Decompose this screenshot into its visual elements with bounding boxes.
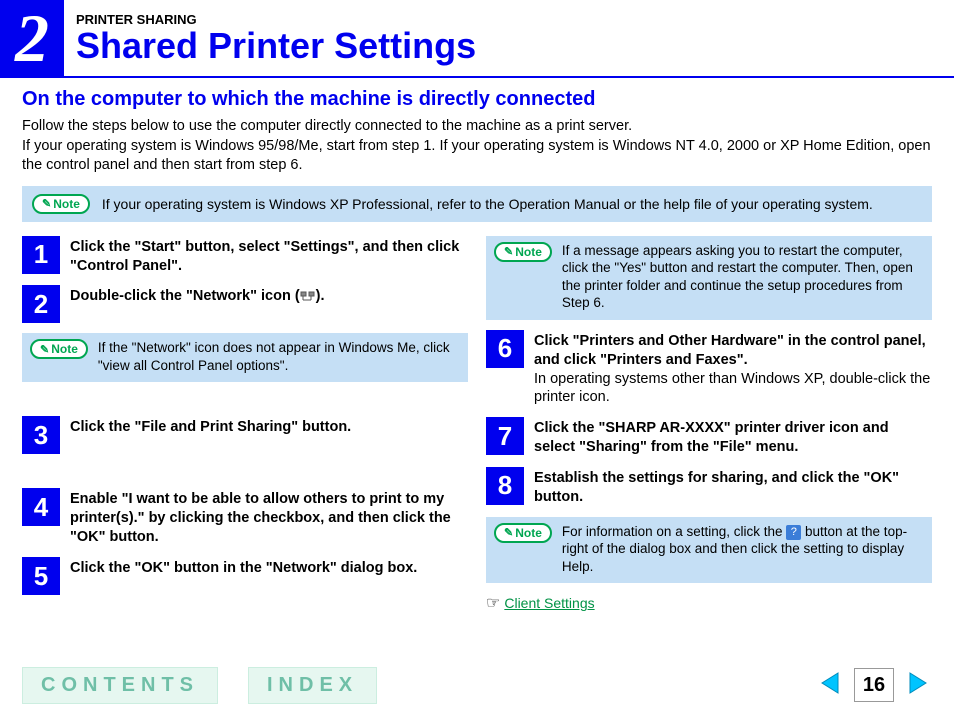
step-number: 5 [22,557,60,595]
step-text-prefix: Double-click the "Network" icon ( [70,288,300,304]
step-subtext: In operating systems other than Windows … [534,371,930,406]
step-2: 2 Double-click the "Network" icon (). [22,285,468,323]
step-text-suffix: ). [316,288,325,304]
pointer-icon: ☞ [486,593,500,613]
step-number: 6 [486,330,524,368]
step-number: 2 [22,285,60,323]
step-number: 1 [22,236,60,274]
client-settings-link-row: ☞ Client Settings [486,593,932,613]
chapter-number: 2 [0,0,64,76]
note-text: For information on a setting, click the … [562,523,924,576]
step-6: 6 Click "Printers and Other Hardware" in… [486,330,932,407]
footer: CONTENTS INDEX 16 [0,655,954,715]
top-note: Note If your operating system is Windows… [22,186,932,222]
contents-button[interactable]: CONTENTS [22,667,218,704]
network-icon [300,290,316,304]
step-text: Click the "File and Print Sharing" butto… [70,419,351,435]
step-number: 3 [22,416,60,454]
step-text: Enable "I want to be able to allow other… [70,491,451,545]
note-text: If your operating system is Windows XP P… [102,195,873,213]
page-title: Shared Printer Settings [76,27,476,65]
right-note-top: Note If a message appears asking you to … [486,236,932,320]
step-text: Click the "SHARP AR-XXXX" printer driver… [534,420,889,455]
step-text: Click the "OK" button in the "Network" d… [70,560,417,576]
right-note-bottom: Note For information on a setting, click… [486,517,932,584]
step-text: Click "Printers and Other Hardware" in t… [534,333,926,368]
note-badge: Note [494,523,552,543]
step-3: 3 Click the "File and Print Sharing" but… [22,416,468,454]
step-5: 5 Click the "OK" button in the "Network"… [22,557,468,595]
note-text: If a message appears asking you to resta… [562,242,924,312]
prev-page-button[interactable] [816,669,844,702]
step-8: 8 Establish the settings for sharing, an… [486,467,932,507]
page-number: 16 [854,668,894,702]
step-1: 1 Click the "Start" button, select "Sett… [22,236,468,276]
next-page-button[interactable] [904,669,932,702]
section-title: On the computer to which the machine is … [22,88,932,111]
step-text: Establish the settings for sharing, and … [534,470,899,505]
step-text: Click the "Start" button, select "Settin… [70,239,459,274]
right-column: Note If a message appears asking you to … [486,236,932,614]
index-button[interactable]: INDEX [248,667,377,704]
left-column: 1 Click the "Start" button, select "Sett… [22,236,468,614]
step-number: 4 [22,488,60,526]
note-badge: Note [30,339,88,359]
intro-text: Follow the steps below to use the comput… [22,117,932,176]
note-text: If the "Network" icon does not appear in… [98,339,460,374]
page-header: 2 PRINTER SHARING Shared Printer Setting… [0,0,954,78]
note-badge: Note [494,242,552,262]
left-note: Note If the "Network" icon does not appe… [22,333,468,382]
step-number: 8 [486,467,524,505]
step-7: 7 Click the "SHARP AR-XXXX" printer driv… [486,417,932,457]
step-number: 7 [486,417,524,455]
help-icon: ? [786,525,801,540]
client-settings-link[interactable]: Client Settings [504,595,594,611]
step-4: 4 Enable "I want to be able to allow oth… [22,488,468,547]
note-badge: Note [32,194,90,214]
